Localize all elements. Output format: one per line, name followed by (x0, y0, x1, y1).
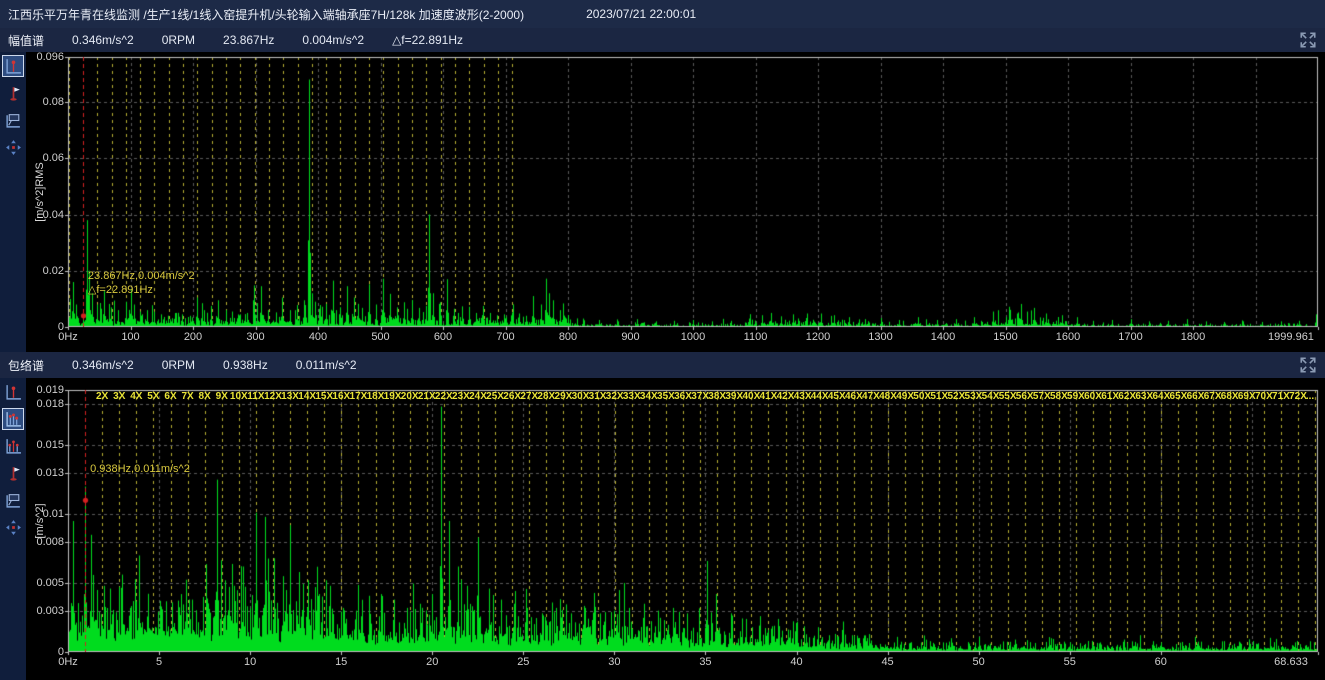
amplitude-panel-header: 幅值谱 0.346m/s^2 0RPM 23.867Hz 0.004m/s^2 … (0, 28, 1325, 52)
harmonic-cursor-tool-icon[interactable] (2, 408, 24, 430)
overall-rms-value: 0.346m/s^2 (72, 33, 134, 47)
flag-marker-tool-icon[interactable] (2, 82, 24, 104)
pan-tool-icon[interactable] (2, 516, 24, 538)
overall-rms-value: 0.346m/s^2 (72, 358, 134, 372)
sideband-cursor-tool-icon[interactable] (2, 435, 24, 457)
envelope-toolbar (0, 378, 26, 680)
page-title: 江西乐平万年青在线监测 /生产1线/1线入窑提升机/头轮输入端轴承座7H/128… (8, 6, 524, 23)
amplitude-spectrum-canvas[interactable] (26, 52, 1325, 352)
timestamp: 2023/07/21 22:00:01 (586, 7, 696, 21)
amplitude-spectrum-chart: 0Hz1002003004005006007008009001000110012… (26, 52, 1325, 352)
amplitude-panel-title: 幅值谱 (8, 32, 44, 49)
envelope-spectrum-chart: 0Hz5101520253035404550556068.63300.0030.… (26, 378, 1325, 680)
amplitude-toolbar (0, 52, 26, 352)
single-cursor-tool-icon[interactable] (2, 55, 24, 77)
expand-icon[interactable] (1299, 356, 1317, 374)
envelope-panel-body: 0Hz5101520253035404550556068.63300.0030.… (0, 378, 1325, 680)
flag-marker-tool-icon[interactable] (2, 462, 24, 484)
amplitude-panel-body: 0Hz1002003004005006007008009001000110012… (0, 52, 1325, 352)
delta-frequency-value: △f=22.891Hz (392, 33, 463, 47)
cursor-frequency-value: 23.867Hz (223, 33, 274, 47)
single-cursor-tool-icon[interactable] (2, 381, 24, 403)
title-bar: 江西乐平万年青在线监测 /生产1线/1线入窑提升机/头轮输入端轴承座7H/128… (0, 0, 1325, 28)
expand-icon[interactable] (1299, 31, 1317, 49)
cursor-amplitude-value: 0.011m/s^2 (296, 358, 357, 372)
annotation-tool-icon[interactable] (2, 109, 24, 131)
envelope-spectrum-canvas[interactable] (26, 378, 1325, 680)
cursor-frequency-value: 0.938Hz (223, 358, 268, 372)
rpm-value: 0RPM (162, 33, 195, 47)
rpm-value: 0RPM (162, 358, 195, 372)
annotation-tool-icon[interactable] (2, 489, 24, 511)
cursor-amplitude-value: 0.004m/s^2 (302, 33, 364, 47)
envelope-panel-header: 包络谱 0.346m/s^2 0RPM 0.938Hz 0.011m/s^2 (0, 352, 1325, 378)
envelope-panel-title: 包络谱 (8, 357, 44, 374)
vibration-monitor-app: 江西乐平万年青在线监测 /生产1线/1线入窑提升机/头轮输入端轴承座7H/128… (0, 0, 1325, 680)
pan-tool-icon[interactable] (2, 136, 24, 158)
